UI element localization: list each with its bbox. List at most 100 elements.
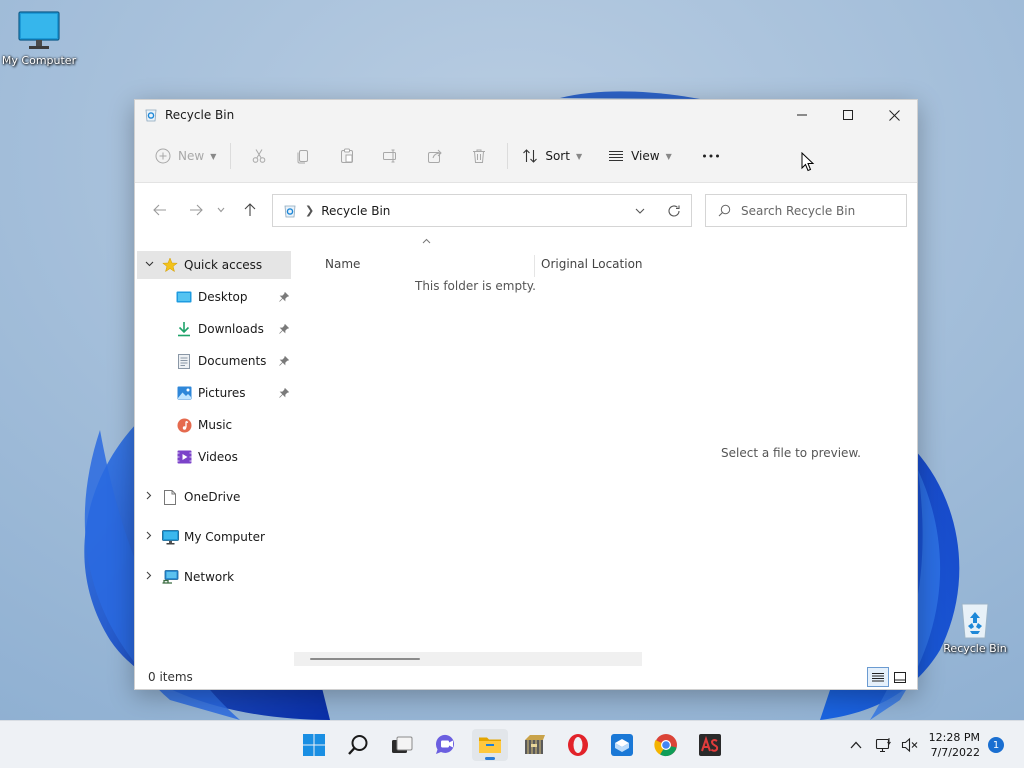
rename-button[interactable] bbox=[369, 140, 413, 172]
notification-badge[interactable]: 1 bbox=[988, 737, 1004, 753]
copy-button[interactable] bbox=[281, 140, 325, 172]
sidebar-item-network[interactable]: Network bbox=[137, 563, 291, 591]
taskbar-clock[interactable]: 12:28 PM 7/7/2022 bbox=[929, 730, 980, 760]
pin-icon[interactable] bbox=[279, 291, 290, 305]
chrome-browser-button[interactable] bbox=[648, 729, 684, 761]
more-options-button[interactable] bbox=[694, 140, 728, 172]
sort-button[interactable]: Sort ▼ bbox=[514, 140, 590, 172]
share-icon bbox=[428, 149, 443, 163]
title-bar[interactable]: Recycle Bin bbox=[135, 100, 917, 130]
large-icons-view-button[interactable] bbox=[889, 667, 911, 687]
desktop-icon-my-computer[interactable]: My Computer bbox=[0, 10, 81, 67]
task-view-icon bbox=[392, 736, 413, 753]
clock-time: 12:28 PM bbox=[928, 731, 980, 744]
search-input[interactable] bbox=[741, 203, 891, 218]
sidebar-item-quick-access[interactable]: Quick access bbox=[137, 251, 291, 279]
column-header-original-location[interactable]: Original Location bbox=[541, 249, 651, 279]
column-header-label: Name bbox=[325, 257, 361, 271]
as-app-button[interactable] bbox=[692, 729, 728, 761]
large-icons-view-icon bbox=[894, 671, 906, 683]
forward-button[interactable] bbox=[181, 195, 211, 225]
sidebar-item-music[interactable]: Music bbox=[137, 411, 291, 439]
file-explorer-taskbar-button[interactable] bbox=[472, 729, 508, 761]
network-icon bbox=[161, 568, 179, 586]
sidebar-item-label: My Computer bbox=[184, 530, 265, 544]
expand-chevron-icon[interactable] bbox=[142, 491, 156, 503]
network-status-button[interactable] bbox=[871, 721, 897, 768]
new-button[interactable]: New ▼ bbox=[147, 140, 224, 172]
system-tray: 12:28 PM 7/7/2022 1 bbox=[843, 721, 1024, 768]
paste-icon bbox=[341, 148, 354, 163]
windows-logo-icon bbox=[303, 734, 325, 756]
maximize-button[interactable] bbox=[825, 100, 871, 130]
chevron-down-icon: ▼ bbox=[575, 151, 583, 161]
up-button[interactable] bbox=[235, 195, 265, 225]
window-title: Recycle Bin bbox=[165, 108, 235, 122]
sidebar-item-downloads[interactable]: Downloads bbox=[137, 315, 291, 343]
refresh-button[interactable] bbox=[657, 204, 691, 218]
arrow-up-icon bbox=[244, 203, 256, 216]
delete-button[interactable] bbox=[457, 140, 501, 172]
breadcrumb-chevron-icon: ❯ bbox=[305, 204, 315, 217]
close-button[interactable] bbox=[871, 100, 917, 130]
sidebar-item-pictures[interactable]: Pictures bbox=[137, 379, 291, 407]
details-view-button[interactable] bbox=[867, 667, 889, 687]
navigation-pane: Quick access Desktop Downloads Documents… bbox=[135, 249, 291, 664]
back-button[interactable] bbox=[145, 195, 175, 225]
sidebar-item-desktop[interactable]: Desktop bbox=[137, 283, 291, 311]
sidebar-item-videos[interactable]: Videos bbox=[137, 443, 291, 471]
address-bar[interactable]: ❯ Recycle Bin bbox=[272, 194, 692, 227]
expand-chevron-icon[interactable] bbox=[142, 571, 156, 583]
videos-icon bbox=[175, 448, 193, 466]
view-button[interactable]: View ▼ bbox=[600, 140, 680, 172]
expand-chevron-icon[interactable] bbox=[142, 260, 156, 270]
view-button-label: View bbox=[631, 149, 660, 163]
volume-button[interactable] bbox=[897, 721, 923, 768]
search-taskbar-button[interactable] bbox=[340, 729, 376, 761]
chat-button[interactable] bbox=[428, 729, 464, 761]
pin-icon[interactable] bbox=[279, 323, 290, 337]
breadcrumb-recycle-bin[interactable]: Recycle Bin bbox=[321, 204, 390, 218]
copy-icon bbox=[297, 150, 309, 164]
sidebar-item-onedrive[interactable]: OneDrive bbox=[137, 483, 291, 511]
scrollbar-thumb[interactable] bbox=[310, 658, 420, 660]
command-bar: New ▼ Sort ▼ View ▼ bbox=[135, 130, 917, 183]
cut-button[interactable] bbox=[237, 140, 281, 172]
taskbar: 12:28 PM 7/7/2022 1 bbox=[0, 720, 1024, 768]
task-view-button[interactable] bbox=[384, 729, 420, 761]
chat-icon bbox=[435, 734, 454, 754]
file-explorer-window: Recycle Bin New ▼ Sort ▼ View ▼ ❯ Recycl… bbox=[134, 99, 918, 690]
pin-icon[interactable] bbox=[279, 355, 290, 369]
sidebar-item-my-computer[interactable]: My Computer bbox=[137, 523, 291, 551]
sidebar-item-label: Documents bbox=[198, 354, 267, 368]
network-status-icon bbox=[875, 738, 891, 753]
toolbar-separator bbox=[230, 143, 232, 169]
rename-icon bbox=[383, 149, 397, 163]
column-header-name[interactable]: Name bbox=[325, 249, 535, 279]
start-button[interactable] bbox=[296, 729, 332, 761]
toolbar-separator bbox=[507, 143, 509, 169]
desktop-icon-recycle-bin[interactable]: Recycle Bin bbox=[933, 598, 1017, 655]
sidebar-item-label: Downloads bbox=[198, 322, 264, 336]
desktop-icon-label: Recycle Bin bbox=[943, 642, 1007, 655]
search-box[interactable] bbox=[705, 194, 907, 227]
column-divider[interactable] bbox=[534, 255, 535, 277]
recent-locations-button[interactable] bbox=[211, 195, 231, 225]
share-button[interactable] bbox=[413, 140, 457, 172]
minimize-button[interactable] bbox=[779, 100, 825, 130]
paste-button[interactable] bbox=[325, 140, 369, 172]
show-hidden-icons-button[interactable] bbox=[843, 721, 869, 768]
expand-chevron-icon[interactable] bbox=[142, 531, 156, 543]
sidebar-item-label: Pictures bbox=[198, 386, 246, 400]
address-history-button[interactable] bbox=[623, 208, 657, 214]
pin-icon[interactable] bbox=[279, 387, 290, 401]
recycle-bin-icon bbox=[145, 109, 157, 122]
box-app-button[interactable] bbox=[604, 729, 640, 761]
opera-browser-button[interactable] bbox=[560, 729, 596, 761]
cut-icon bbox=[253, 149, 266, 163]
as-app-icon bbox=[699, 734, 721, 756]
sidebar-item-documents[interactable]: Documents bbox=[137, 347, 291, 375]
chevron-up-icon bbox=[850, 741, 862, 749]
archive-app-button[interactable] bbox=[516, 729, 552, 761]
horizontal-scrollbar[interactable] bbox=[294, 652, 642, 666]
